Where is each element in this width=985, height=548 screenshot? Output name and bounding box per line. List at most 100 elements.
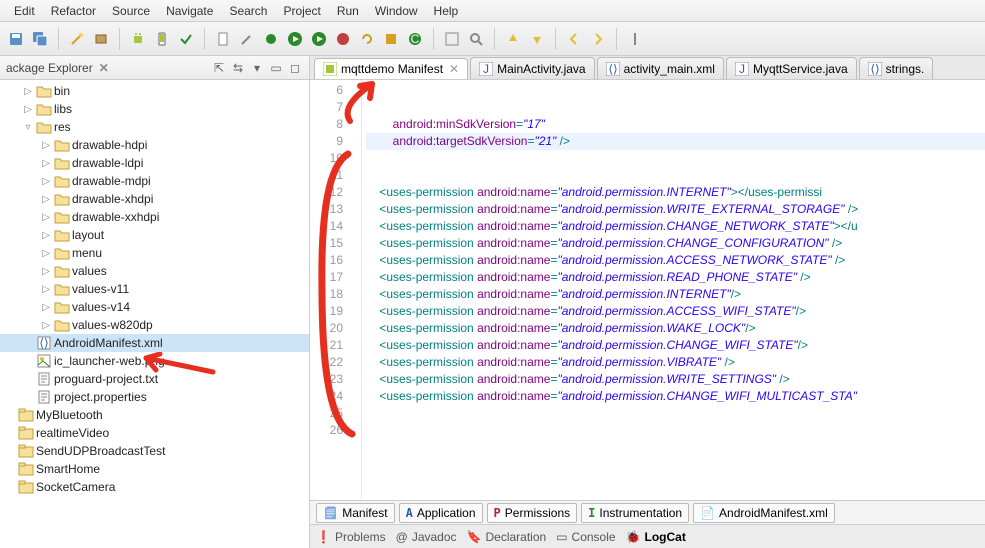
- save-button[interactable]: [6, 29, 26, 49]
- tree-node[interactable]: ▷drawable-ldpi: [0, 154, 309, 172]
- editor-tab[interactable]: mqttdemo Manifest✕: [314, 58, 468, 80]
- view-tab[interactable]: 🔖Declaration: [467, 530, 547, 544]
- expand-icon[interactable]: ▷: [40, 140, 52, 151]
- menu-help[interactable]: Help: [426, 2, 467, 20]
- wand2-button[interactable]: [237, 29, 257, 49]
- menu-source[interactable]: Source: [104, 2, 158, 20]
- expand-icon[interactable]: ▷: [40, 158, 52, 169]
- expand-icon[interactable]: ▷: [40, 284, 52, 295]
- link-editor-icon[interactable]: ⇆: [230, 60, 246, 76]
- editor-subtab[interactable]: 🗒Manifest: [316, 503, 395, 523]
- menu-project[interactable]: Project: [275, 2, 328, 20]
- pin-button[interactable]: [625, 29, 645, 49]
- tree-node[interactable]: MyBluetooth: [0, 406, 309, 424]
- package-icon: [93, 31, 109, 47]
- code-editor[interactable]: 67891011121314151617181920212223242526 a…: [310, 80, 985, 500]
- ext-tools-button[interactable]: [333, 29, 353, 49]
- debug-button[interactable]: [261, 29, 281, 49]
- svg-text:J: J: [483, 62, 489, 76]
- avd-button[interactable]: [152, 29, 172, 49]
- run-last-button[interactable]: [309, 29, 329, 49]
- project-tree[interactable]: ▷bin▷libs▿res▷drawable-hdpi▷drawable-ldp…: [0, 80, 309, 548]
- tree-node[interactable]: ▷values-v11: [0, 280, 309, 298]
- tree-node[interactable]: proguard-project.txt: [0, 370, 309, 388]
- menu-refactor[interactable]: Refactor: [43, 2, 104, 20]
- expand-icon[interactable]: ▷: [40, 230, 52, 241]
- editor-subtab[interactable]: 📄AndroidManifest.xml: [693, 503, 835, 523]
- floppy-icon: [8, 31, 24, 47]
- back-button[interactable]: [564, 29, 584, 49]
- expand-icon[interactable]: ▷: [40, 176, 52, 187]
- prev-annotation-button[interactable]: [503, 29, 523, 49]
- editor-tab[interactable]: JMainActivity.java: [470, 57, 594, 79]
- expand-icon[interactable]: ▷: [22, 86, 34, 97]
- build-button[interactable]: [381, 29, 401, 49]
- view-tab[interactable]: 🐞LogCat: [626, 530, 686, 544]
- view-tab[interactable]: @Javadoc: [396, 530, 457, 544]
- tree-node[interactable]: ▷values-w820dp: [0, 316, 309, 334]
- tree-node[interactable]: realtimeVideo: [0, 424, 309, 442]
- expand-icon[interactable]: ▷: [22, 104, 34, 115]
- expand-icon[interactable]: ▷: [40, 320, 52, 331]
- collapse-all-icon[interactable]: ⇱: [211, 60, 227, 76]
- tree-node[interactable]: ic_launcher-web.png: [0, 352, 309, 370]
- view-tab[interactable]: ❗Problems: [316, 530, 386, 544]
- forward-button[interactable]: [588, 29, 608, 49]
- editor-subtab[interactable]: IInstrumentation: [581, 503, 689, 523]
- code-content[interactable]: android:minSdkVersion="17" android:targe…: [362, 80, 985, 500]
- tree-node[interactable]: ▷drawable-xxhdpi: [0, 208, 309, 226]
- menu-navigate[interactable]: Navigate: [158, 2, 221, 20]
- menu-run[interactable]: Run: [329, 2, 367, 20]
- editor-tab[interactable]: ⟨⟩activity_main.xml: [597, 57, 724, 79]
- android-icon: [130, 31, 146, 47]
- new-wizard-button[interactable]: [67, 29, 87, 49]
- view-tab[interactable]: ▭Console: [556, 530, 615, 544]
- editor-subtab[interactable]: PPermissions: [487, 503, 578, 523]
- menu-window[interactable]: Window: [367, 2, 426, 20]
- editor-tab[interactable]: JMyqttService.java: [726, 57, 857, 79]
- tree-node[interactable]: ▷menu: [0, 244, 309, 262]
- tree-node[interactable]: ▷drawable-xhdpi: [0, 190, 309, 208]
- package-button[interactable]: [91, 29, 111, 49]
- tree-node[interactable]: project.properties: [0, 388, 309, 406]
- tree-node[interactable]: SocketCamera: [0, 478, 309, 496]
- lint-button[interactable]: [176, 29, 196, 49]
- menu-edit[interactable]: Edit: [6, 2, 43, 20]
- tree-node[interactable]: ▷drawable-hdpi: [0, 136, 309, 154]
- tree-node[interactable]: ⟨⟩AndroidManifest.xml: [0, 334, 309, 352]
- expand-icon[interactable]: ▷: [40, 302, 52, 313]
- open-type-button[interactable]: [442, 29, 462, 49]
- new-class-button[interactable]: C: [405, 29, 425, 49]
- refresh-button[interactable]: [357, 29, 377, 49]
- run-button[interactable]: [285, 29, 305, 49]
- expand-icon[interactable]: ▷: [40, 266, 52, 277]
- tree-node[interactable]: ▷libs: [0, 100, 309, 118]
- tree-node[interactable]: ▷bin: [0, 82, 309, 100]
- android-sdk-button[interactable]: [128, 29, 148, 49]
- expand-icon[interactable]: ▷: [40, 212, 52, 223]
- new-file-button[interactable]: [213, 29, 233, 49]
- expand-icon[interactable]: ▿: [22, 122, 34, 133]
- tree-node[interactable]: ▷layout: [0, 226, 309, 244]
- tab-file-icon: J: [479, 62, 493, 76]
- menu-search[interactable]: Search: [221, 2, 275, 20]
- view-menu-icon[interactable]: ▾: [249, 60, 265, 76]
- tree-node[interactable]: ▷values-v14: [0, 298, 309, 316]
- tree-node[interactable]: ▿res: [0, 118, 309, 136]
- tree-node[interactable]: ▷drawable-mdpi: [0, 172, 309, 190]
- view-close-icon[interactable]: ✕: [99, 61, 109, 75]
- minimize-icon[interactable]: ▭: [268, 60, 284, 76]
- tree-node[interactable]: SendUDPBroadcastTest: [0, 442, 309, 460]
- tab-close-icon[interactable]: ✕: [449, 62, 459, 76]
- expand-icon[interactable]: ▷: [40, 248, 52, 259]
- tree-node[interactable]: SmartHome: [0, 460, 309, 478]
- tree-node[interactable]: ▷values: [0, 262, 309, 280]
- editor-subtab[interactable]: AApplication: [399, 503, 483, 523]
- editor-tab[interactable]: ⟨⟩strings.: [859, 57, 934, 79]
- package-explorer-title: ackage Explorer: [6, 61, 93, 75]
- next-annotation-button[interactable]: [527, 29, 547, 49]
- search-button[interactable]: [466, 29, 486, 49]
- save-all-button[interactable]: [30, 29, 50, 49]
- maximize-icon[interactable]: ◻: [287, 60, 303, 76]
- expand-icon[interactable]: ▷: [40, 194, 52, 205]
